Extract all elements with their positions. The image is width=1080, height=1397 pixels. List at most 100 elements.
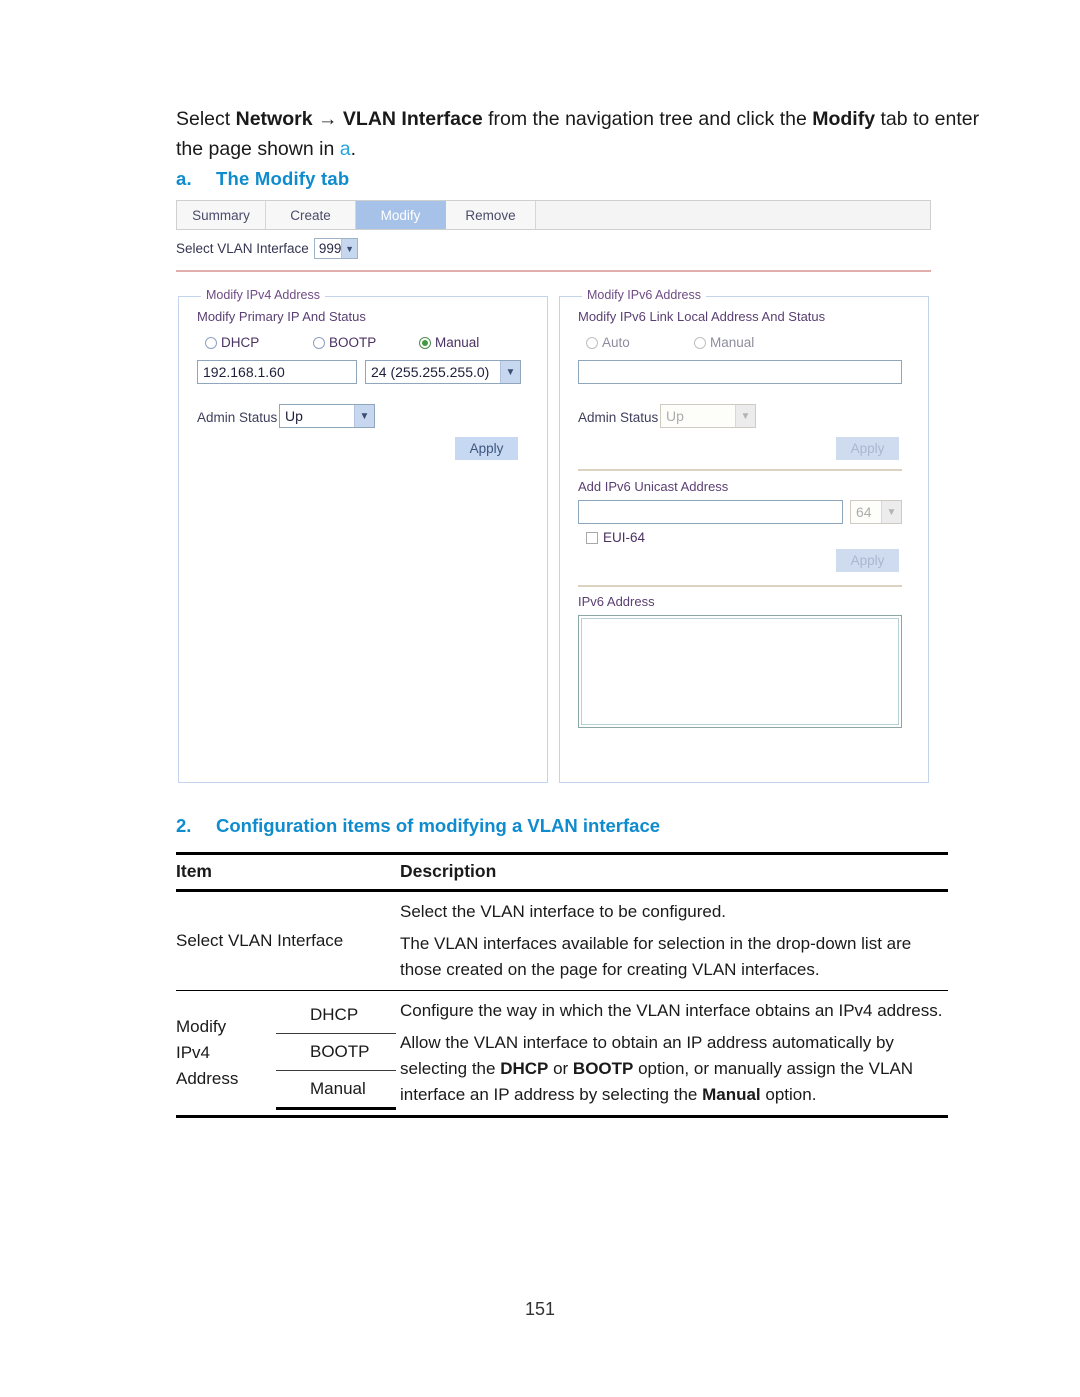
ipv6-prefix-length-value: 64 [856, 504, 872, 520]
tab-remove[interactable]: Remove [446, 201, 536, 229]
select-vlan-interface-dropdown[interactable]: 999 ▼ [313, 238, 358, 259]
chevron-down-icon: ▼ [735, 405, 755, 427]
ipv6-address-list-title: IPv6 Address [578, 594, 655, 609]
eui64-checkbox-icon [586, 531, 598, 544]
ipv6-prefix-length-dropdown: 64 ▼ [850, 500, 902, 524]
description-line: Configure the way in which the VLAN inte… [400, 1001, 943, 1020]
ipv6-separator-2 [578, 585, 902, 587]
description-line: Select the VLAN interface to be configur… [400, 902, 727, 921]
modify-ipv6-address-legend: Modify IPv6 Address [582, 288, 706, 302]
configuration-items-table: Item Description Select VLAN Interface S… [176, 852, 948, 1118]
ipv6-admin-status-label: Admin Status [578, 410, 659, 425]
subitem-manual: Manual [276, 1070, 396, 1110]
ipv6-link-local-address-input[interactable] [578, 360, 902, 384]
ipv6-unicast-apply-button: Apply [836, 549, 899, 572]
radio-manual-icon [419, 336, 431, 349]
subitem-row: DHCP [276, 996, 396, 1034]
table-header-item: Item [176, 853, 396, 892]
row-item-line: Address [176, 1069, 239, 1088]
tab-modify-label: Modify [380, 207, 421, 223]
ipv6-address-list-textarea[interactable] [578, 615, 902, 728]
intro-paragraph: Select Network → VLAN Interface from the… [176, 104, 986, 164]
ipv4-admin-status-value: Up [285, 408, 303, 424]
ipv6-separator-1 [578, 469, 902, 471]
modify-ipv6-address-panel: Modify IPv6 Address Modify IPv6 Link Loc… [559, 288, 929, 783]
subitem-row: BOOTP [276, 1033, 396, 1071]
row-item-line: IPv4 [176, 1043, 211, 1062]
ipv6-link-local-apply-button: Apply [836, 437, 899, 460]
ipv6-link-local-apply-label: Apply [850, 441, 885, 456]
intro-middle: from the navigation tree and click the [482, 108, 813, 130]
ipv4-mask-dropdown[interactable]: 24 (255.255.255.0) ▼ [365, 360, 521, 384]
radio-ipv6-auto-label: Auto [602, 335, 630, 350]
radio-bootp-label: BOOTP [329, 335, 377, 350]
table-row: Select VLAN Interface Select the VLAN in… [176, 890, 948, 991]
tab-modify[interactable]: Modify [356, 201, 446, 229]
subitem-dhcp: DHCP [276, 996, 396, 1034]
radio-ipv6-manual[interactable]: Manual [694, 335, 754, 350]
intro-nav-vlan-interface: VLAN Interface [342, 108, 483, 130]
ipv6-unicast-apply-label: Apply [850, 553, 885, 568]
intro-nav-network: Network [235, 108, 313, 130]
select-vlan-interface-row: Select VLAN Interface 999 ▼ [176, 238, 358, 259]
radio-ipv6-auto-icon [586, 336, 598, 349]
table-header-description: Description [396, 853, 948, 892]
header-divider [176, 270, 931, 272]
select-vlan-interface-label: Select VLAN Interface [176, 241, 309, 256]
chevron-down-icon: ▼ [354, 405, 374, 427]
ipv6-address-list-content [581, 618, 899, 725]
row-description-select-vlan-interface: Select the VLAN interface to be configur… [396, 890, 948, 991]
row-description-modify-ipv4-address: Configure the way in which the VLAN inte… [396, 990, 948, 1118]
tab-create[interactable]: Create [266, 201, 356, 229]
eui64-checkbox-row[interactable]: EUI-64 [586, 530, 645, 545]
intro-period: . [350, 138, 356, 160]
eui64-label: EUI-64 [603, 530, 646, 545]
figure-marker: a. [176, 168, 192, 189]
radio-dhcp[interactable]: DHCP [205, 335, 259, 350]
table-caption: 2. Configuration items of modifying a VLA… [176, 815, 660, 837]
radio-dhcp-label: DHCP [221, 335, 260, 350]
intro-prefix: Select [176, 108, 236, 130]
modify-ipv4-address-panel: Modify IPv4 Address Modify Primary IP An… [178, 288, 548, 783]
tab-remove-label: Remove [465, 207, 516, 223]
tab-summary-label: Summary [192, 207, 250, 223]
document-page: Select Network → VLAN Interface from the… [0, 0, 1080, 1397]
radio-bootp-icon [313, 336, 325, 349]
ipv6-admin-status-value: Up [666, 408, 684, 424]
intro-bold-modify: Modify [812, 108, 876, 130]
description-line: The VLAN interfaces available for select… [400, 934, 912, 979]
add-ipv6-unicast-address-title: Add IPv6 Unicast Address [578, 479, 729, 494]
radio-ipv6-manual-label: Manual [710, 335, 755, 350]
modify-ipv4-address-legend: Modify IPv4 Address [201, 288, 325, 302]
figure-heading: a. The Modify tab [176, 168, 349, 190]
ipv4-admin-status-dropdown[interactable]: Up ▼ [279, 404, 375, 428]
subitem-list: DHCP BOOTP Manual [276, 996, 396, 1110]
radio-ipv6-auto[interactable]: Auto [586, 335, 630, 350]
app-screenshot: Summary Create Modify Remove Select VLAN… [176, 200, 931, 785]
table-header-row: Item Description [176, 853, 948, 892]
ipv6-unicast-address-input[interactable] [578, 500, 843, 524]
chevron-down-icon: ▼ [500, 361, 520, 383]
ipv4-admin-status-label: Admin Status [197, 410, 278, 425]
chevron-down-icon: ▼ [881, 501, 901, 523]
radio-manual-label: Manual [435, 335, 480, 350]
ipv6-admin-status-dropdown: Up ▼ [660, 404, 756, 428]
modify-ipv6-link-local-title: Modify IPv6 Link Local Address And Statu… [578, 309, 826, 324]
ipv4-apply-button[interactable]: Apply [455, 437, 518, 460]
table-marker: 2. [176, 815, 192, 836]
intro-arrow: → [312, 108, 343, 130]
intro-cross-reference[interactable]: a [340, 138, 351, 160]
row-item-modify-ipv4-address: Modify IPv4 Address [176, 990, 276, 1118]
page-number: 151 [524, 1299, 556, 1319]
tab-bar-filler [536, 201, 930, 229]
ipv4-address-input[interactable]: 192.168.1.60 [197, 360, 357, 384]
description-line-rich: Allow the VLAN interface to obtain an IP… [400, 1033, 914, 1104]
radio-bootp[interactable]: BOOTP [313, 335, 376, 350]
radio-manual[interactable]: Manual [419, 335, 479, 350]
tab-bar: Summary Create Modify Remove [176, 200, 931, 230]
chevron-down-icon: ▼ [341, 239, 357, 258]
radio-ipv6-manual-icon [694, 336, 706, 349]
figure-title: The Modify tab [216, 168, 350, 189]
tab-summary[interactable]: Summary [176, 201, 266, 229]
tab-create-label: Create [290, 207, 331, 223]
